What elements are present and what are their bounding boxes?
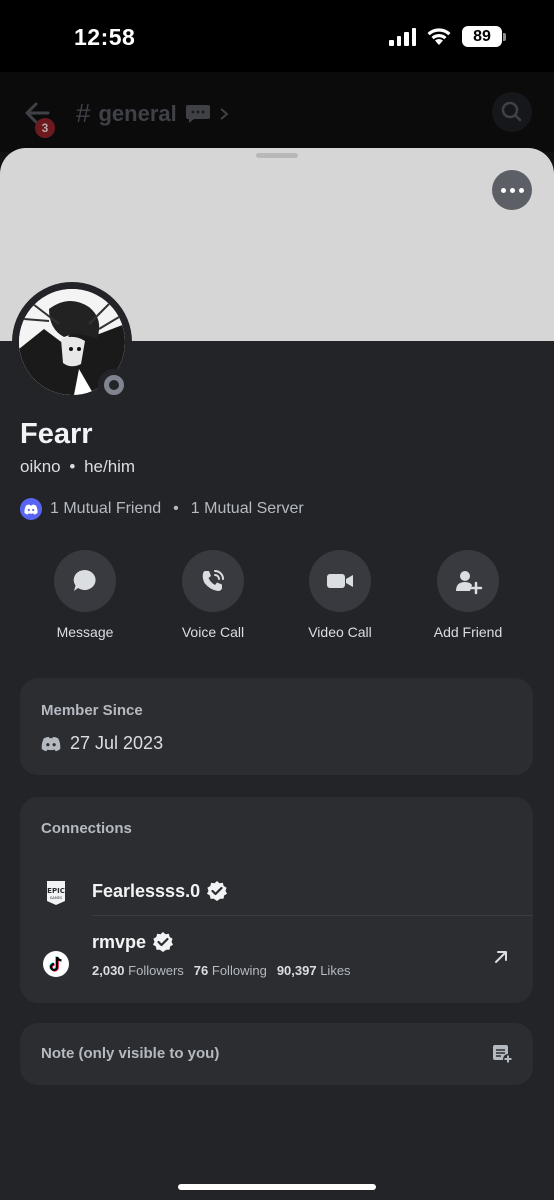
cellular-signal-icon [389, 27, 416, 46]
voice-call-button[interactable]: Voice Call [153, 550, 273, 640]
more-options-button[interactable] [492, 170, 532, 210]
channel-name: general [98, 100, 177, 126]
member-since-title: Member Since [41, 702, 143, 719]
more-options-icon [500, 187, 506, 193]
chevron-right-icon [220, 107, 229, 120]
wifi-icon [427, 28, 451, 45]
username[interactable]: oikno [20, 457, 61, 476]
mutuals-row[interactable]: 1 Mutual Friend • 1 Mutual Server [20, 498, 304, 520]
search-icon [501, 101, 522, 122]
home-indicator[interactable] [178, 1184, 376, 1190]
mutual-servers[interactable]: 1 Mutual Server [191, 500, 304, 518]
tiktok-username-row: rmvpe [92, 931, 174, 953]
pronouns: he/him [84, 457, 136, 476]
unread-badge: 3 [35, 118, 55, 138]
discord-logo-icon [41, 736, 61, 751]
add-friend-label: Add Friend [433, 624, 503, 640]
add-friend-button[interactable]: Add Friend [408, 550, 528, 640]
status-bar: 12:58 89 [0, 0, 554, 72]
connection-epic-games[interactable]: EPIC GAMES Fearlessss.0 [20, 863, 533, 923]
battery-level: 89 [462, 26, 502, 47]
add-note-icon [493, 1045, 513, 1064]
display-name: Fearr [20, 418, 93, 450]
message-bubble-icon [73, 569, 96, 591]
tiktok-following: 76 Following [193, 963, 267, 978]
add-friend-icon [456, 571, 483, 595]
member-since-card: Member Since 27 Jul 2023 [20, 678, 533, 775]
member-since-date-row: 27 Jul 2023 [41, 733, 163, 754]
hashtag-icon: # [76, 98, 91, 128]
note-placeholder: Note (only visible to you) [41, 1045, 220, 1062]
status-time: 12:58 [74, 24, 136, 50]
note-field[interactable]: Note (only visible to you) [20, 1023, 533, 1085]
voice-call-label: Voice Call [181, 624, 245, 640]
separator-dot: • [173, 500, 179, 517]
tiktok-stats: 2,030 Followers 76 Following 90,397 Like… [92, 963, 351, 978]
verified-badge-icon [207, 881, 228, 901]
sheet-grabber[interactable] [256, 153, 298, 158]
video-call-label: Video Call [308, 624, 372, 640]
connections-title: Connections [41, 820, 132, 837]
tiktok-followers: 2,030 Followers [92, 963, 184, 978]
tiktok-icon [43, 951, 69, 977]
connections-card: Connections EPIC GAMES Fearlessss.0 rmvp… [20, 797, 533, 1003]
status-offline-icon [98, 369, 130, 401]
username-line: oikno • he/him [20, 457, 135, 477]
connection-tiktok[interactable]: rmvpe 2,030 Followers 76 Following 90,39… [20, 927, 533, 997]
chat-bubble-icon [185, 104, 210, 123]
message-label: Message [56, 624, 114, 640]
connections-divider [92, 915, 533, 916]
mutual-friends[interactable]: 1 Mutual Friend [50, 500, 161, 518]
separator-dot: • [69, 457, 76, 476]
svg-text:EPIC: EPIC [47, 887, 65, 895]
tiktok-username: rmvpe [92, 931, 147, 952]
discord-logo-icon [20, 498, 42, 520]
video-camera-icon [327, 574, 353, 588]
epic-games-icon: EPIC GAMES [47, 881, 65, 905]
epic-games-username-row: Fearlessss.0 [92, 880, 228, 902]
battery-icon: 89 [462, 26, 506, 47]
channel-header: 3 # general [0, 72, 554, 152]
profile-screen: 12:58 89 3 # general Fearr oikno • he/hi… [0, 0, 554, 1200]
epic-games-username: Fearlessss.0 [92, 880, 201, 901]
channel-title[interactable]: # general [76, 98, 229, 129]
message-button[interactable]: Message [25, 550, 145, 640]
search-button[interactable] [492, 92, 532, 132]
tiktok-likes: 90,397 Likes [276, 963, 351, 978]
member-since-date: 27 Jul 2023 [70, 733, 164, 753]
svg-text:GAMES: GAMES [50, 896, 63, 900]
external-link-icon[interactable] [491, 947, 511, 967]
verified-badge-icon [153, 932, 174, 952]
status-indicators: 89 [389, 26, 506, 47]
profile-sheet: Fearr oikno • he/him 1 Mutual Friend • 1… [0, 148, 554, 1200]
action-buttons: Message Voice Call Video Call Add Friend [0, 550, 554, 650]
video-call-button[interactable]: Video Call [280, 550, 400, 640]
phone-call-icon [202, 570, 224, 591]
